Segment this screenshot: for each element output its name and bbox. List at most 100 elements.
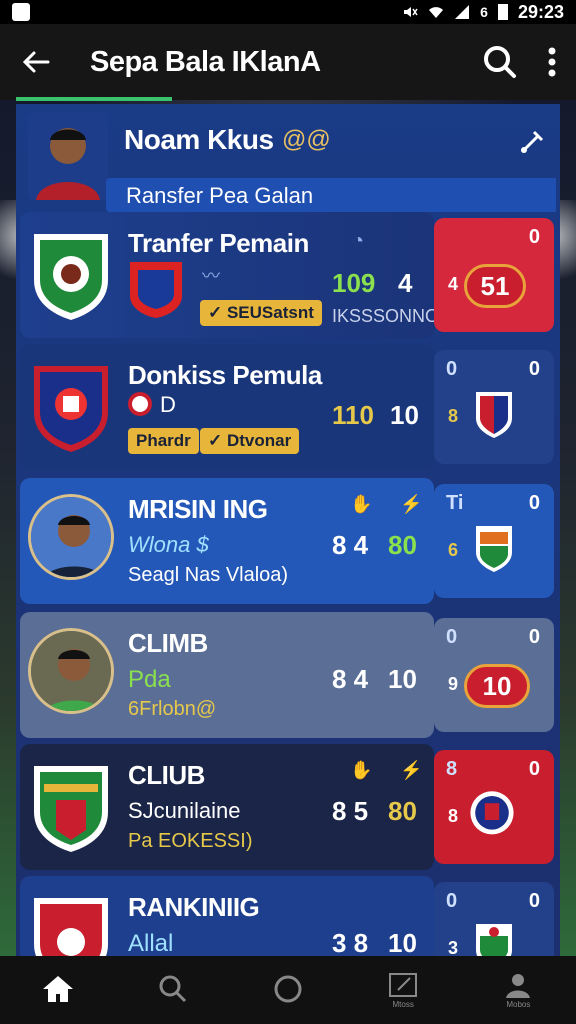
player-header[interactable]: Noam Kkus @@ Ransfer Pea Galan	[16, 104, 560, 212]
hand-icon: ✋	[350, 760, 373, 780]
player-avatar	[28, 112, 108, 200]
search-icon[interactable]	[482, 44, 518, 80]
bolt-icon: ⚡	[400, 760, 423, 780]
row-title: MRISIN ING	[128, 494, 268, 524]
side-label: 0	[446, 358, 458, 380]
nav-item-profile[interactable]: Mobos	[478, 972, 558, 1009]
wifi-icon	[429, 7, 444, 18]
side-number: 8	[448, 806, 459, 826]
more-options-icon[interactable]	[548, 47, 556, 77]
side-number: 6	[448, 540, 459, 560]
app-bar: Sepa Bala IKlanA	[0, 24, 576, 100]
stat-primary: 109	[332, 268, 376, 298]
home-icon	[42, 976, 73, 1002]
row-title: CLIMB	[128, 628, 208, 658]
player-avatar	[28, 494, 114, 580]
wave-icon: 〰	[202, 266, 220, 286]
tab-indicator	[16, 97, 172, 101]
stat-secondary: 10	[390, 400, 419, 430]
edit-icon	[389, 972, 418, 997]
stat-secondary: 80	[388, 530, 417, 560]
club-crest-icon	[34, 234, 108, 320]
stat-secondary: 4	[398, 268, 413, 298]
clock: 29:23	[517, 1, 564, 22]
nav-item-edit[interactable]: Mtoss	[363, 972, 443, 1009]
player-name-extra: @@	[282, 126, 331, 153]
row-side-panel[interactable]: 0 0 3	[434, 882, 554, 956]
club-crest-icon	[34, 766, 108, 852]
row-body: RANKINIIG Allal 3 8 10	[20, 876, 434, 956]
battery-level: 6	[480, 4, 488, 20]
battery-icon	[497, 4, 508, 20]
nav-item-home[interactable]	[18, 974, 98, 1006]
transfer-list[interactable]: Noam Kkus @@ Ransfer Pea Galan Tranfer P…	[16, 104, 560, 956]
row-side-panel[interactable]: Ti 0 6	[434, 484, 554, 598]
header-subtitle: Ransfer Pea Galan	[106, 178, 556, 212]
circle-icon	[274, 975, 302, 1003]
stat-primary: 110	[332, 400, 374, 430]
row-side-panel[interactable]: 8 0 8	[434, 750, 554, 864]
club-dot-icon	[128, 392, 152, 416]
list-item[interactable]: CLIMB Pda 6Frlobn@ 8 4 10 0 0 9 10	[16, 612, 560, 738]
team-logo-icon	[130, 262, 182, 318]
row-side-panel[interactable]: 0 4 51	[434, 218, 554, 332]
row-subtitle: Pda	[128, 666, 171, 693]
nav-item-search[interactable]	[133, 974, 213, 1006]
row-subtitle: Allal	[128, 930, 174, 956]
stat-caption: IKSSSONNO	[332, 306, 440, 326]
stat-primary: 8 4	[332, 664, 369, 694]
club-crest-icon	[476, 526, 512, 572]
stat-primary: 3 8	[332, 928, 369, 956]
profile-icon	[506, 973, 531, 998]
row-side-panel[interactable]: 0 0 9 10	[434, 618, 554, 732]
side-value: 0	[528, 492, 540, 514]
notification-icon	[12, 3, 30, 21]
row-side-panel[interactable]: 0 0 8	[434, 350, 554, 464]
stat-secondary: 10	[388, 664, 417, 694]
bottom-navigation: Mtoss Mobos	[0, 956, 576, 1024]
row-title: Donkiss Pemula	[128, 360, 322, 390]
row-body: MRISIN ING Wlona $ Seagl Nas Vlaloa) ✋ ⚡ …	[20, 478, 434, 604]
row-caption: 6Frlobn@	[128, 698, 217, 720]
page-title: Sepa Bala IKlanA	[90, 45, 321, 78]
back-arrow-icon[interactable]	[20, 46, 52, 78]
check-icon: ✓	[208, 303, 227, 322]
list-item[interactable]: MRISIN ING Wlona $ Seagl Nas Vlaloa) ✋ ⚡ …	[16, 478, 560, 604]
side-value: 0	[528, 226, 540, 248]
side-label: Ti	[446, 492, 464, 514]
status-bar: 6 29:23	[0, 0, 576, 24]
side-number: 4	[448, 274, 459, 294]
row-subtitle: SJcunilaine	[128, 798, 241, 823]
side-label: 0	[446, 626, 458, 648]
nav-item-circle[interactable]	[248, 974, 328, 1006]
list-item[interactable]: Donkiss Pemula D Phardr ✓ Dtvonar 110 10…	[16, 344, 560, 470]
side-number: 3	[448, 938, 459, 956]
tools-icon[interactable]	[518, 128, 546, 156]
side-value: 0	[528, 626, 540, 648]
status-badge: ✓ SEUSatsnt	[200, 300, 322, 326]
check-icon: ✓	[208, 431, 227, 450]
row-mini-icons: ✋ ⚡	[350, 494, 423, 515]
row-title: CLIUB	[128, 760, 205, 790]
row-caption: Seagl Nas Vlaloa)	[128, 564, 289, 586]
row-body: Donkiss Pemula D Phardr ✓ Dtvonar 110 10	[20, 344, 434, 470]
side-value: 0	[528, 890, 540, 912]
row-title: Tranfer Pemain	[128, 228, 309, 258]
stat-secondary: 80	[388, 796, 417, 826]
info-icon: ◔	[352, 230, 365, 252]
list-item[interactable]: CLIUB SJcunilaine Pa EOKESSI) ✋ ⚡ 8 5 80 …	[16, 744, 560, 870]
row-title: RANKINIIG	[128, 892, 260, 922]
side-value: 0	[528, 758, 540, 780]
club-crest-icon	[34, 366, 108, 452]
list-item[interactable]: RANKINIIG Allal 3 8 10 0 0 3	[16, 876, 560, 956]
player-avatar	[28, 628, 114, 714]
club-crest-icon	[470, 791, 514, 835]
list-item[interactable]: Tranfer Pemain 〰 ✓ SEUSatsnt 109 4 IKSSS…	[16, 212, 560, 338]
side-label: 0	[446, 890, 458, 912]
stat-secondary: 10	[388, 928, 417, 956]
mute-icon	[404, 7, 418, 17]
club-crest-icon	[34, 898, 108, 956]
row-subtitle: Wlona $	[128, 532, 209, 557]
player-name: Noam Kkus	[124, 124, 274, 155]
side-number: 8	[448, 406, 459, 426]
